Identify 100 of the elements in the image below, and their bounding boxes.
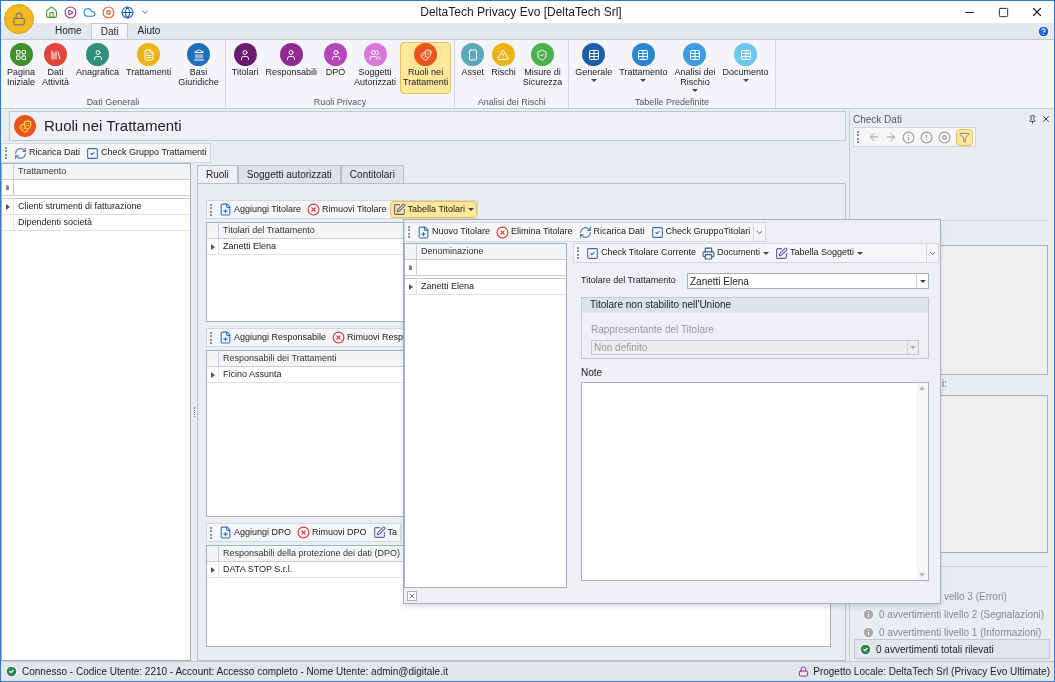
status-text: Connesso - Codice Utente: 2210 - Account: Accesso completo - Nome Utente: admin@digitale.it <box>22 665 449 679</box>
table-cell[interactable]: DATA STOP S.r.l. <box>219 562 297 577</box>
notes-field[interactable] <box>581 382 929 581</box>
tab[interactable]: Soggetti autorizzati <box>237 165 341 183</box>
person-icon <box>86 43 110 66</box>
toolbar-button[interactable]: Aggiungi Responsabile <box>216 329 330 346</box>
ribbon-button[interactable]: Analisi dei Rischio <box>671 42 719 94</box>
toolbar-button[interactable]: Rimuovi DPO <box>294 524 370 541</box>
toolbar-button[interactable]: Tabella Titolari <box>389 201 478 218</box>
total-warnings: 0 avvertimenti totali rilevati <box>876 642 994 657</box>
pin-icon[interactable] <box>1028 114 1037 124</box>
toolbar-button[interactable]: Nuovo Titolare <box>414 223 494 241</box>
ribbon-button[interactable]: Misure di Sicurezza <box>519 42 566 94</box>
toolbar-button[interactable]: Ricarica Dati <box>11 144 83 162</box>
person-icon <box>233 43 257 66</box>
tab[interactable]: Ruoli <box>197 165 238 183</box>
ribbon-button[interactable]: Dati Attività <box>39 42 73 94</box>
info-icon[interactable] <box>902 130 915 144</box>
warning-count: 0 avvertimenti livello 1 (Informazioni) <box>879 625 1042 640</box>
phone-icon <box>461 43 485 66</box>
ribbon-button[interactable]: Rischi <box>488 42 519 94</box>
ribbon-tab[interactable]: Dati <box>90 23 129 39</box>
ribbon-button[interactable]: DPO <box>321 42 350 94</box>
person-icon <box>279 43 303 66</box>
field-label: Rappresentante del Titolare <box>591 323 715 337</box>
ribbon-button[interactable]: Asset <box>458 42 488 94</box>
stop-icon[interactable] <box>102 5 115 19</box>
toolbar-button[interactable]: Rimuovi Resp <box>329 329 407 346</box>
ribbon-button[interactable]: Trattamenti <box>123 42 175 94</box>
warning-icon[interactable] <box>920 130 933 144</box>
ribbon-button[interactable]: Documento <box>719 42 772 94</box>
printer-icon <box>702 246 716 260</box>
group-title: Titolare non stabilito nell'Unione <box>582 298 928 313</box>
masks-icon <box>414 43 438 66</box>
back-icon[interactable] <box>868 131 880 143</box>
error-icon[interactable] <box>938 130 951 144</box>
warning-count: vello 3 (Errori) <box>944 589 1007 604</box>
ribbon-button[interactable]: Trattamento <box>616 42 671 94</box>
toolbar-button[interactable]: Aggiungi DPO <box>216 524 295 541</box>
help-icon[interactable] <box>1037 25 1050 38</box>
add-document-icon <box>219 526 232 539</box>
owner-dropdown[interactable]: Zanetti Elena <box>687 273 929 289</box>
ribbon-button[interactable]: Generale <box>572 42 616 94</box>
table-cell[interactable]: Ficino Assunta <box>219 367 286 382</box>
dropdown-arrow-icon <box>468 208 475 211</box>
toolbar-button[interactable]: Ricarica Dati <box>575 223 648 241</box>
toolbar-button[interactable]: Tabella Soggetti <box>772 244 867 262</box>
filter-row-icon <box>6 185 9 190</box>
toolbar-button[interactable]: Check Titolare Corrente <box>583 244 700 262</box>
ribbon-button[interactable]: Ruoli nei Trattamenti <box>400 42 452 94</box>
toolbar-button[interactable]: Rimuovi Titolare <box>304 201 390 218</box>
table-cell[interactable]: Zanetti Elena <box>219 239 281 254</box>
maximize-icon[interactable] <box>997 6 1009 18</box>
ribbon-button[interactable]: Titolari <box>228 42 262 94</box>
table-cell[interactable]: Dipendenti società <box>14 215 97 230</box>
ribbon-tab[interactable]: Home <box>46 23 91 39</box>
ribbon-button[interactable]: Responsabili <box>262 42 320 94</box>
toolbar-button[interactable]: Ta <box>369 524 401 541</box>
globe-icon[interactable] <box>121 5 134 19</box>
remove-icon <box>332 331 346 344</box>
toolbar-button[interactable]: Documenti <box>699 244 773 262</box>
people-icon <box>363 43 387 66</box>
ribbon-button[interactable]: Soggetti Autorizzati <box>351 42 400 94</box>
lock-icon <box>798 666 810 677</box>
tab[interactable]: Contitolari <box>340 165 404 183</box>
ribbon-button[interactable]: Anagrafica <box>73 42 123 94</box>
filter-button[interactable] <box>956 128 973 146</box>
remove-icon <box>307 203 321 216</box>
column-header[interactable]: Titolari del Trattamento <box>219 223 319 238</box>
grid-icon <box>9 43 33 66</box>
close-icon[interactable] <box>1041 114 1051 124</box>
document-icon <box>137 43 161 66</box>
home-icon[interactable] <box>45 5 58 19</box>
add-document-icon <box>219 331 232 344</box>
circle-icon[interactable] <box>64 5 77 19</box>
cloud-icon[interactable] <box>83 5 96 19</box>
table-cell[interactable]: Clienti strumenti di fatturazione <box>14 199 146 214</box>
customize-icon[interactable] <box>140 7 150 17</box>
ribbon-button[interactable]: Basi Giuridiche <box>175 42 222 94</box>
close-button[interactable] <box>407 590 417 601</box>
ribbon-button[interactable]: Pagina Iniziale <box>4 42 39 94</box>
masks-icon <box>14 115 36 137</box>
dropdown-arrow-icon <box>857 251 864 255</box>
window-title: DeltaTech Privacy Evo [DeltaTech Srl] <box>420 4 623 21</box>
overflow-icon[interactable] <box>926 244 938 262</box>
status-text: Progetto Locale: DeltaTech Srl (Privacy Evo Ultimate) <box>813 665 1050 679</box>
toolbar-button[interactable]: Aggiungi Titolare <box>216 201 305 218</box>
table-cell[interactable]: Zanetti Elena <box>417 279 479 294</box>
info-icon <box>862 625 875 639</box>
row-indicator-icon <box>210 371 215 378</box>
books-icon <box>44 43 68 66</box>
toolbar-button[interactable]: Check Gruppo Trattamenti <box>83 144 210 162</box>
toolbar-button[interactable]: Check GruppoTitolari <box>647 223 754 241</box>
close-icon[interactable] <box>1030 5 1044 19</box>
ribbon-tab[interactable]: Aiuto <box>128 23 170 39</box>
column-header[interactable]: Responsabili dei Trattamenti <box>219 351 341 366</box>
row-indicator-icon <box>210 243 215 250</box>
table-edit-icon <box>775 246 789 260</box>
toolbar-button[interactable]: Elimina Titolare <box>493 223 576 241</box>
table-edit-icon <box>392 203 406 216</box>
